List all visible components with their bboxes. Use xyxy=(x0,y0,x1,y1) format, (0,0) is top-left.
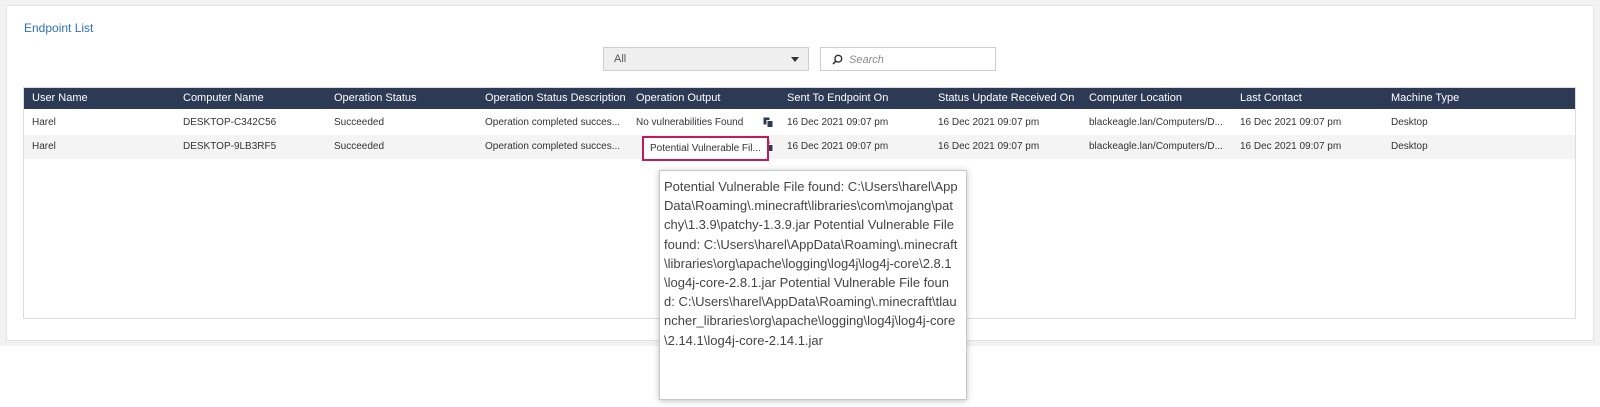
cell-user-name: Harel xyxy=(32,117,56,128)
chevron-down-icon xyxy=(791,57,799,62)
cell-computer-location: blackeagle.lan/Computers/D... xyxy=(1089,141,1223,152)
column-header-computer-location[interactable]: Computer Location xyxy=(1089,92,1182,104)
cell-last-contact: 16 Dec 2021 09:07 pm xyxy=(1240,117,1342,128)
column-header-user-name[interactable]: User Name xyxy=(32,92,88,104)
cell-computer-name: DESKTOP-9LB3RF5 xyxy=(183,141,277,152)
table-row[interactable]: Harel DESKTOP-9LB3RF5 Succeeded Operatio… xyxy=(24,135,1575,159)
operation-output-cell-highlighted[interactable]: Potential Vulnerable Fil... xyxy=(642,136,769,161)
cell-last-contact: 16 Dec 2021 09:07 pm xyxy=(1240,141,1342,152)
cell-status-update-received-on: 16 Dec 2021 09:07 pm xyxy=(938,117,1040,128)
cell-computer-location: blackeagle.lan/Computers/D... xyxy=(1089,117,1223,128)
cell-status-update-received-on: 16 Dec 2021 09:07 pm xyxy=(938,141,1040,152)
column-header-machine-type[interactable]: Machine Type xyxy=(1391,92,1459,104)
cell-operation-status-description: Operation completed succes... xyxy=(485,117,621,128)
table-header: User Name Computer Name Operation Status… xyxy=(24,88,1575,109)
tooltip-text: Potential Vulnerable File found: C:\User… xyxy=(664,179,958,348)
cell-computer-name: DESKTOP-C342C56 xyxy=(183,117,277,128)
cell-machine-type: Desktop xyxy=(1391,141,1428,152)
cell-operation-status-description: Operation completed succes... xyxy=(485,141,621,152)
cell-machine-type: Desktop xyxy=(1391,117,1428,128)
cell-user-name: Harel xyxy=(32,141,56,152)
cell-operation-output[interactable]: No vulnerabilities Found xyxy=(636,117,743,128)
cell-operation-output: Potential Vulnerable Fil... xyxy=(650,143,761,154)
cell-operation-status: Succeeded xyxy=(334,117,385,128)
column-header-operation-status[interactable]: Operation Status xyxy=(334,92,417,104)
status-filter-value: All xyxy=(614,53,627,65)
column-header-last-contact[interactable]: Last Contact xyxy=(1240,92,1302,104)
column-header-operation-output[interactable]: Operation Output xyxy=(636,92,720,104)
column-header-status-update-received-on[interactable]: Status Update Received On xyxy=(938,92,1074,104)
search-icon xyxy=(832,54,843,65)
search-input[interactable] xyxy=(849,51,989,68)
cell-operation-status: Succeeded xyxy=(334,141,385,152)
column-header-computer-name[interactable]: Computer Name xyxy=(183,92,264,104)
search-box[interactable] xyxy=(820,47,996,71)
status-filter-dropdown[interactable]: All xyxy=(603,47,809,71)
page-title[interactable]: Endpoint List xyxy=(24,21,93,35)
cell-sent-to-endpoint-on: 16 Dec 2021 09:07 pm xyxy=(787,117,889,128)
copy-icon[interactable] xyxy=(763,117,774,128)
cell-sent-to-endpoint-on: 16 Dec 2021 09:07 pm xyxy=(787,141,889,152)
operation-output-tooltip: Potential Vulnerable File found: C:\User… xyxy=(659,170,967,400)
column-header-sent-to-endpoint-on[interactable]: Sent To Endpoint On xyxy=(787,92,888,104)
column-header-operation-status-description[interactable]: Operation Status Description xyxy=(485,92,626,104)
table-row[interactable]: Harel DESKTOP-C342C56 Succeeded Operatio… xyxy=(24,111,1575,135)
